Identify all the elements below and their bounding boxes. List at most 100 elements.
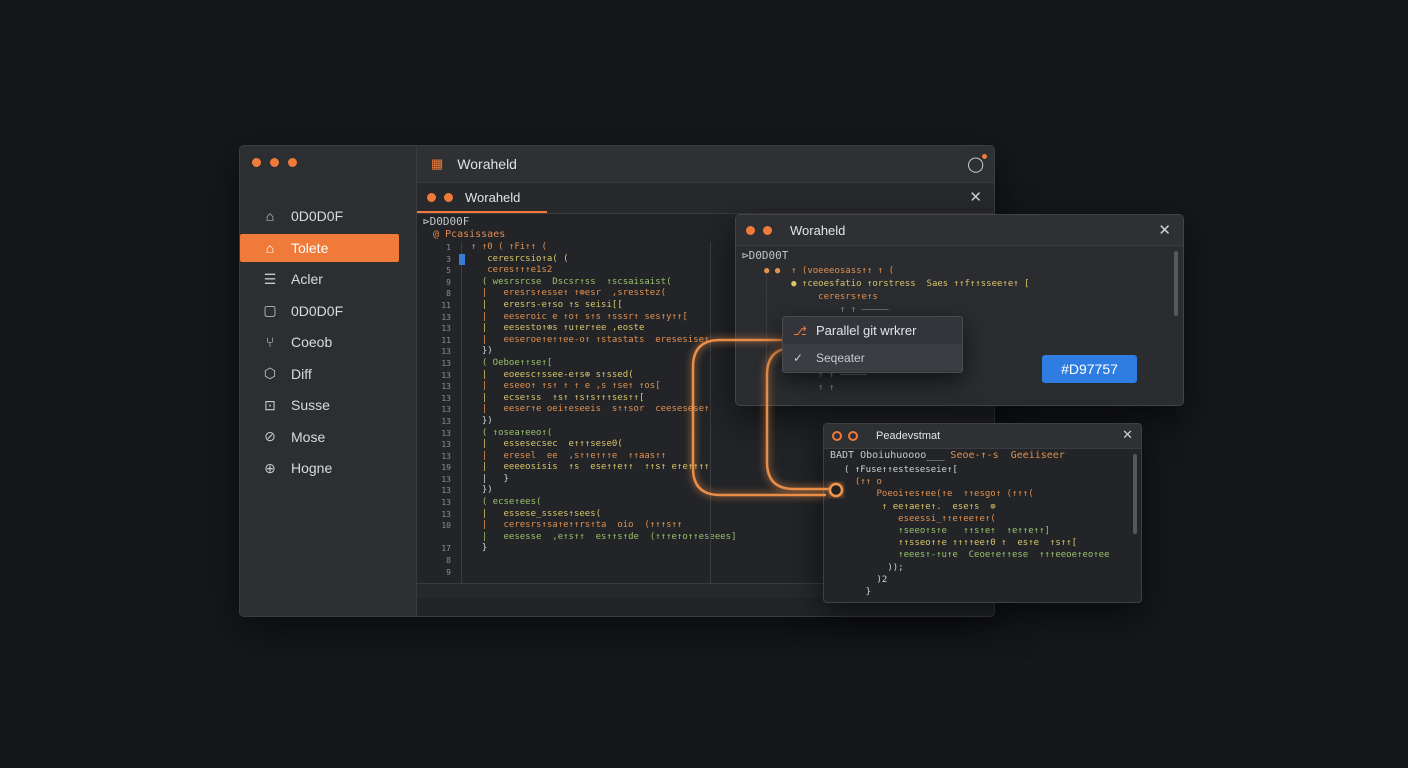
close-window-button[interactable] <box>746 225 755 235</box>
popup-titlebar: Woraheld ✕ <box>736 215 1183 246</box>
line-number: 8 <box>446 556 451 566</box>
editor-titlebar: ▦ Woraheld ◯ <box>417 146 994 183</box>
sidebar-item-5[interactable]: ⬡ Diff <box>240 360 416 388</box>
sidebar-item-4[interactable]: ⑂ Coeob <box>240 328 416 356</box>
color-hex-badge[interactable]: #D97757 <box>1042 355 1137 383</box>
line-number: 5 <box>446 266 451 276</box>
sidebar: ⌂ 0D0D0F ⌂ Tolete ☰ Acler ▢ 0D0D0F ⑂ Coeob ⬡ Diff ⊡ S… <box>240 146 417 616</box>
line-number: 19 <box>441 463 451 473</box>
code-line: ceresrs↑e↑s <box>764 292 878 302</box>
split-divider[interactable] <box>710 242 711 598</box>
vertical-scrollbar[interactable] <box>1133 454 1137 534</box>
close-window-button[interactable] <box>832 431 842 441</box>
code-line: ( Oeboe↑↑se↑[ <box>471 357 553 368</box>
terminal-icon: ⊡ <box>264 396 276 413</box>
code-line: ↑↑sseo↑↑e ↑↑↑↑ee↑0 ↑ es↑e ↑s↑↑[ <box>844 538 1077 549</box>
tab-woraheld[interactable]: Woraheld <box>417 183 547 213</box>
code-line: ↑ ↑ <box>764 383 835 393</box>
code-line: ↑eees↑-↑u↑e Ceoe↑e↑↑ese ↑↑↑eeoe↑eo↑ee <box>844 550 1110 561</box>
code-line: | eesesto↑⊕s ↑u↑er↑ee ,eoste <box>471 323 645 334</box>
line-number: 13 <box>441 474 451 484</box>
line-number: 13 <box>441 405 451 415</box>
code-line: | eresrs-e↑so ↑s seisi[[ <box>471 299 623 310</box>
vertical-scrollbar[interactable] <box>1174 251 1178 316</box>
bottom-titlebar: Peadevstmat ✕ <box>824 424 1141 449</box>
sidebar-item-2[interactable]: ☰ Acler <box>240 265 416 293</box>
line-number: 11 <box>441 300 451 310</box>
code-line: ceres↑↑↑e1s2 <box>471 265 553 276</box>
popup-title: Woraheld <box>790 222 846 238</box>
close-window-button[interactable] <box>252 158 261 167</box>
line-number: 13 <box>441 451 451 461</box>
line-number: 13 <box>441 393 451 403</box>
sidebar-item-label: Susse <box>291 397 330 413</box>
history-icon: ⊕ <box>264 459 276 476</box>
file-path: ⊳D0D00T <box>742 249 789 262</box>
maximize-window-button[interactable] <box>288 158 297 167</box>
bottom-window: Peadevstmat ✕ BADT Oboiuhuoooo___ Seoe-↑… <box>823 423 1142 603</box>
sidebar-item-1[interactable]: ⌂ Tolete <box>240 233 399 262</box>
code-lines: ↑ ↑0 ( ↑Fi↑↑ ( ceresrcsio↑a( ( ceres↑↑↑e… <box>471 242 737 555</box>
line-number: 9 <box>446 567 451 577</box>
check-icon: ✓ <box>793 350 804 365</box>
code-line: } <box>471 543 488 554</box>
line-number: 13 <box>441 498 451 508</box>
line-number: 10 <box>441 521 451 531</box>
minimize-window-button[interactable] <box>848 431 858 441</box>
line-number: 13 <box>441 370 451 380</box>
sidebar-item-label: Coeob <box>291 334 333 350</box>
list-icon: ☰ <box>263 270 277 287</box>
line-number: 13 <box>441 382 451 392</box>
code-line: | eeser↑e oei↑eseeis s↑↑sor ceesesese↑ <box>471 404 710 415</box>
gutter-divider <box>461 242 462 598</box>
sidebar-item-3[interactable]: ▢ 0D0D0F <box>240 297 416 325</box>
sidebar-item-label: Diff <box>291 365 312 382</box>
line-number: 3 <box>446 254 451 264</box>
notification-icon[interactable]: ◯ <box>967 154 987 173</box>
code-line: }) <box>471 346 493 357</box>
line-number: 17 <box>441 544 451 554</box>
code-line: | ecse↑ss ↑s↑ ↑s↑s↑↑↑ses↑↑[ <box>471 392 645 403</box>
code-lines: ( ↑Fuse↑↑esteseseie↑[ (↑↑ o Poeoi↑es↑ee(… <box>844 464 1110 598</box>
close-icon[interactable]: ✕ <box>969 188 982 206</box>
code-line: } <box>844 587 872 598</box>
editor-title: Woraheld <box>457 156 517 172</box>
code-line: | eresrs↑esse↑ ↑⊕esr ,sresstez( <box>471 288 667 299</box>
code-line: ( ecse↑ees( <box>471 497 542 508</box>
code-line: ceresrcsio↑a( ( <box>471 253 569 264</box>
close-icon[interactable]: ✕ <box>1158 221 1171 239</box>
minimize-window-button[interactable] <box>270 158 279 167</box>
code-line: | eresel ee ,s↑↑e↑↑↑e ↑↑aas↑↑ <box>471 450 667 461</box>
text-cursor <box>459 254 465 265</box>
header-left: BADT Oboiuhuoooo___ <box>830 450 945 461</box>
branch-icon: ⎇ <box>793 323 807 338</box>
line-number: 13 <box>441 416 451 426</box>
code-line: | ceresrs↑sa↑e↑↑rs↑ta oio (↑↑↑s↑↑ <box>471 520 683 531</box>
menu-item-seqeater[interactable]: ✓ Seqeater <box>783 344 962 371</box>
line-number: 13 <box>441 440 451 450</box>
line-number: 13 <box>441 324 451 334</box>
close-icon[interactable]: ✕ <box>1122 427 1133 443</box>
sidebar-item-6[interactable]: ⊡ Susse <box>240 391 416 419</box>
code-line: ↑ ↑0 ( ↑Fi↑↑ ( <box>471 242 547 252</box>
line-number: 13 <box>441 358 451 368</box>
line-number <box>431 532 451 544</box>
tab-dot-icon <box>427 192 436 202</box>
context-menu: ⎇ Parallel git wrkrer ✓ Seqeater <box>782 316 963 373</box>
code-line: | eeeeosisis ↑s ese↑↑e↑↑ ↑↑s↑ e↑e↑↑↑↑ <box>471 462 710 473</box>
code-line: | essesecsec e↑↑↑sese0( <box>471 439 623 450</box>
code-line: | eeseroic e ↑o↑ s↑s ↑sssr↑ ses↑y↑↑[ <box>471 311 688 322</box>
sidebar-item-8[interactable]: ⊕ Hogne <box>240 454 416 482</box>
file-subpath: @ Pcasissaes <box>433 229 506 240</box>
code-line: | eeseroe↑e↑↑ee-o↑ ↑stastats eresesise↑ <box>471 334 710 345</box>
line-number: 9 <box>446 277 451 287</box>
menu-item-parallel-git-worker[interactable]: ⎇ Parallel git wrkrer <box>783 317 962 344</box>
file-path: ⊳D0D00F <box>423 215 470 228</box>
sidebar-item-label: Tolete <box>291 239 329 256</box>
sidebar-item-7[interactable]: ⊘ Mose <box>240 423 416 451</box>
compass-icon: ⊘ <box>264 428 276 444</box>
sidebar-item-0[interactable]: ⌂ 0D0D0F <box>240 202 416 230</box>
minimize-window-button[interactable] <box>763 225 772 235</box>
sidebar-item-label: Hogne <box>291 460 333 476</box>
popup-window: Woraheld ✕ ⊳D0D00T ● ● ↑ (voeeeosass↑↑ ↑… <box>735 214 1184 406</box>
